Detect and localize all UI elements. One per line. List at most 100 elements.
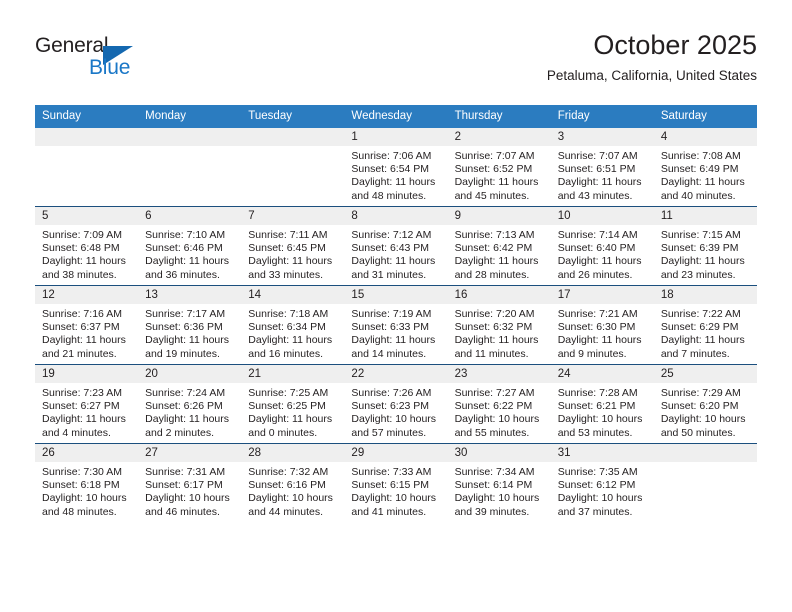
- day-cell[interactable]: 7 Sunrise: 7:11 AM Sunset: 6:45 PM Daylight…: [241, 206, 345, 286]
- sunset-text: Sunset: 6:46 PM: [145, 242, 223, 255]
- day-number: [138, 128, 242, 146]
- day-cell[interactable]: 19 Sunrise: 7:23 AM Sunset: 6:27 PM Dayligh…: [35, 364, 139, 444]
- sunrise-text: Sunrise: 7:07 AM: [454, 150, 535, 162]
- sunset-text: Sunset: 6:40 PM: [557, 242, 636, 255]
- sunset-text: Sunset: 6:18 PM: [42, 479, 120, 492]
- day-cell[interactable]: 29 Sunrise: 7:33 AM Sunset: 6:15 PM Dayligh…: [344, 443, 448, 522]
- sunrise-text: Sunrise: 7:32 AM: [248, 466, 329, 478]
- sunset-text: Sunset: 6:17 PM: [145, 479, 223, 492]
- day-cell[interactable]: 6 Sunrise: 7:10 AM Sunset: 6:46 PM Daylight…: [138, 206, 242, 286]
- day-cell[interactable]: 24 Sunrise: 7:28 AM Sunset: 6:21 PM Dayligh…: [550, 364, 654, 444]
- day-cell-inner: [138, 128, 242, 206]
- day-cell[interactable]: 3 Sunrise: 7:07 AM Sunset: 6:51 PM Daylight…: [550, 128, 654, 207]
- day-cell-inner: 3 Sunrise: 7:07 AM Sunset: 6:51 PM Daylight…: [550, 128, 654, 206]
- day-number: 28: [241, 444, 345, 462]
- day-cell-inner: 30 Sunrise: 7:34 AM Sunset: 6:14 PM Dayligh…: [447, 444, 551, 522]
- day-cell[interactable]: 15 Sunrise: 7:19 AM Sunset: 6:33 PM Dayligh…: [344, 285, 448, 365]
- day-number: 20: [138, 365, 242, 383]
- day-cell-empty: [241, 128, 345, 207]
- day-cell[interactable]: 31 Sunrise: 7:35 AM Sunset: 6:12 PM Dayligh…: [550, 443, 654, 522]
- day-cell-inner: 25 Sunrise: 7:29 AM Sunset: 6:20 PM Dayligh…: [653, 365, 757, 443]
- day-number: 15: [344, 286, 448, 304]
- daylight-text: Daylight: 10 hours and 50 minutes.: [660, 413, 746, 439]
- day-details: Sunrise: 7:08 AM Sunset: 6:49 PM Daylight:…: [654, 146, 757, 203]
- day-details: Sunrise: 7:06 AM Sunset: 6:54 PM Daylight:…: [344, 146, 447, 203]
- sunset-text: Sunset: 6:21 PM: [557, 400, 636, 413]
- day-cell[interactable]: 1 Sunrise: 7:06 AM Sunset: 6:54 PM Daylight…: [344, 128, 448, 207]
- day-cell[interactable]: 25 Sunrise: 7:29 AM Sunset: 6:20 PM Dayligh…: [653, 364, 757, 444]
- day-details: Sunrise: 7:16 AM Sunset: 6:37 PM Daylight:…: [35, 304, 138, 361]
- day-details: Sunrise: 7:28 AM Sunset: 6:21 PM Daylight:…: [551, 383, 654, 440]
- sunrise-text: Sunrise: 7:20 AM: [454, 308, 535, 320]
- sunrise-text: Sunrise: 7:24 AM: [145, 387, 226, 399]
- sunset-text: Sunset: 6:32 PM: [454, 321, 533, 334]
- calendar-header-row: Sunday Monday Tuesday Wednesday Thursday Frid…: [35, 105, 757, 128]
- brand-logo[interactable]: General Blue: [35, 34, 165, 86]
- day-cell[interactable]: 10 Sunrise: 7:14 AM Sunset: 6:40 PM Dayligh…: [550, 206, 654, 286]
- calendar-grid: Sunday Monday Tuesday Wednesday Thursday Frid…: [35, 105, 757, 522]
- day-number: 21: [241, 365, 345, 383]
- day-number: 6: [138, 207, 242, 225]
- sunrise-text: Sunrise: 7:33 AM: [351, 466, 432, 478]
- daylight-text: Daylight: 11 hours and 31 minutes.: [351, 255, 436, 281]
- page-title: October 2025: [593, 30, 757, 60]
- day-cell-inner: 19 Sunrise: 7:23 AM Sunset: 6:27 PM Dayligh…: [35, 365, 139, 443]
- day-cell[interactable]: 17 Sunrise: 7:21 AM Sunset: 6:30 PM Dayligh…: [550, 285, 654, 365]
- sunrise-text: Sunrise: 7:09 AM: [42, 229, 122, 241]
- daylight-text: Daylight: 11 hours and 19 minutes.: [145, 334, 229, 360]
- day-cell-inner: 10 Sunrise: 7:14 AM Sunset: 6:40 PM Dayligh…: [550, 207, 654, 285]
- day-cell-inner: 20 Sunrise: 7:24 AM Sunset: 6:26 PM Dayligh…: [138, 365, 242, 443]
- daylight-text: Daylight: 11 hours and 48 minutes.: [351, 176, 436, 202]
- weekday-header-thursday: Thursday: [447, 105, 551, 128]
- day-cell[interactable]: 27 Sunrise: 7:31 AM Sunset: 6:17 PM Dayligh…: [138, 443, 242, 522]
- day-number: 10: [550, 207, 654, 225]
- day-number: 9: [447, 207, 551, 225]
- day-details: Sunrise: 7:30 AM Sunset: 6:18 PM Daylight:…: [35, 462, 138, 519]
- brand-name-general: General: [35, 34, 109, 57]
- weekday-header-wednesday: Wednesday: [344, 105, 448, 128]
- day-cell[interactable]: 11 Sunrise: 7:15 AM Sunset: 6:39 PM Dayligh…: [653, 206, 757, 286]
- sunrise-text: Sunrise: 7:18 AM: [248, 308, 329, 320]
- daylight-text: Daylight: 11 hours and 14 minutes.: [351, 334, 436, 360]
- day-cell[interactable]: 30 Sunrise: 7:34 AM Sunset: 6:14 PM Dayligh…: [447, 443, 551, 522]
- day-number: 14: [241, 286, 345, 304]
- sunset-text: Sunset: 6:20 PM: [660, 400, 739, 413]
- day-cell[interactable]: 12 Sunrise: 7:16 AM Sunset: 6:37 PM Dayligh…: [35, 285, 139, 365]
- day-cell[interactable]: 26 Sunrise: 7:30 AM Sunset: 6:18 PM Dayligh…: [35, 443, 139, 522]
- day-cell-inner: 31 Sunrise: 7:35 AM Sunset: 6:12 PM Dayligh…: [550, 444, 654, 522]
- day-cell-inner: 7 Sunrise: 7:11 AM Sunset: 6:45 PM Daylight…: [241, 207, 345, 285]
- day-number: 13: [138, 286, 242, 304]
- day-number: 18: [653, 286, 757, 304]
- sunset-text: Sunset: 6:27 PM: [42, 400, 120, 413]
- sunset-text: Sunset: 6:43 PM: [351, 242, 430, 255]
- day-number: 7: [241, 207, 345, 225]
- day-cell-inner: 16 Sunrise: 7:20 AM Sunset: 6:32 PM Dayligh…: [447, 286, 551, 364]
- day-cell[interactable]: 4 Sunrise: 7:08 AM Sunset: 6:49 PM Daylight…: [653, 128, 757, 207]
- day-cell[interactable]: 20 Sunrise: 7:24 AM Sunset: 6:26 PM Dayligh…: [138, 364, 242, 444]
- weekday-header-saturday: Saturday: [653, 105, 757, 128]
- day-cell[interactable]: 8 Sunrise: 7:12 AM Sunset: 6:43 PM Daylight…: [344, 206, 448, 286]
- day-cell[interactable]: 9 Sunrise: 7:13 AM Sunset: 6:42 PM Daylight…: [447, 206, 551, 286]
- day-cell-inner: 26 Sunrise: 7:30 AM Sunset: 6:18 PM Dayligh…: [35, 444, 139, 522]
- day-cell[interactable]: 2 Sunrise: 7:07 AM Sunset: 6:52 PM Daylight…: [447, 128, 551, 207]
- day-details: Sunrise: 7:18 AM Sunset: 6:34 PM Daylight:…: [241, 304, 344, 361]
- sunset-text: Sunset: 6:23 PM: [351, 400, 430, 413]
- day-cell[interactable]: 21 Sunrise: 7:25 AM Sunset: 6:25 PM Dayligh…: [241, 364, 345, 444]
- daylight-text: Daylight: 11 hours and 28 minutes.: [454, 255, 539, 281]
- calendar-table: Sunday Monday Tuesday Wednesday Thursday Frid…: [35, 105, 757, 522]
- day-cell[interactable]: 18 Sunrise: 7:22 AM Sunset: 6:29 PM Dayligh…: [653, 285, 757, 365]
- day-cell[interactable]: 22 Sunrise: 7:26 AM Sunset: 6:23 PM Dayligh…: [344, 364, 448, 444]
- day-cell[interactable]: 14 Sunrise: 7:18 AM Sunset: 6:34 PM Dayligh…: [241, 285, 345, 365]
- day-details: Sunrise: 7:26 AM Sunset: 6:23 PM Daylight:…: [344, 383, 447, 440]
- sunrise-text: Sunrise: 7:21 AM: [557, 308, 638, 320]
- week-row: 1 Sunrise: 7:06 AM Sunset: 6:54 PM Daylight…: [35, 128, 757, 207]
- sunrise-text: Sunrise: 7:19 AM: [351, 308, 432, 320]
- day-number: 22: [344, 365, 448, 383]
- day-cell[interactable]: 13 Sunrise: 7:17 AM Sunset: 6:36 PM Dayligh…: [138, 285, 242, 365]
- day-cell[interactable]: 16 Sunrise: 7:20 AM Sunset: 6:32 PM Dayligh…: [447, 285, 551, 365]
- day-cell[interactable]: 5 Sunrise: 7:09 AM Sunset: 6:48 PM Daylight…: [35, 206, 139, 286]
- day-details: Sunrise: 7:31 AM Sunset: 6:17 PM Daylight:…: [138, 462, 241, 519]
- day-cell-inner: 29 Sunrise: 7:33 AM Sunset: 6:15 PM Dayligh…: [344, 444, 448, 522]
- day-cell[interactable]: 23 Sunrise: 7:27 AM Sunset: 6:22 PM Dayligh…: [447, 364, 551, 444]
- day-cell[interactable]: 28 Sunrise: 7:32 AM Sunset: 6:16 PM Dayligh…: [241, 443, 345, 522]
